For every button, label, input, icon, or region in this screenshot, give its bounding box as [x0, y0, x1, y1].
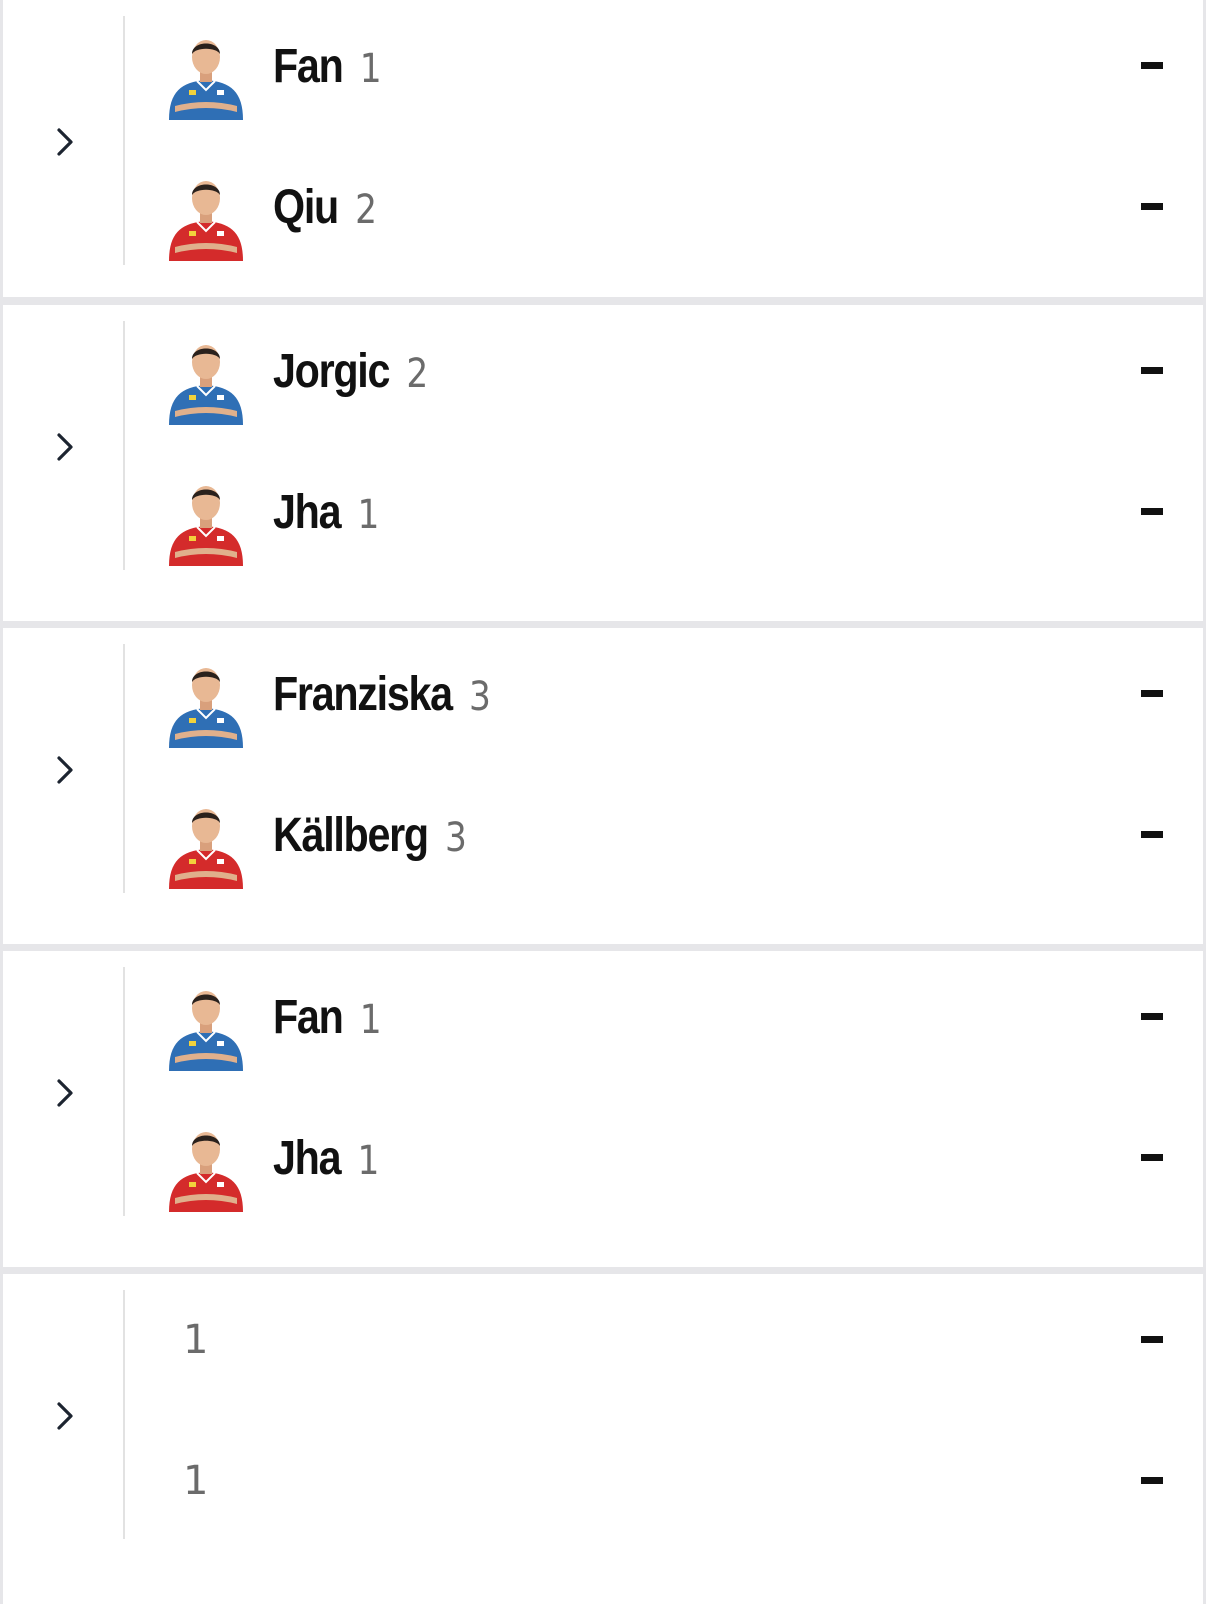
player-row: Franziska 3 - — [125, 648, 1203, 748]
player-name-text: Jha — [273, 486, 342, 539]
chevron-right-icon[interactable] — [51, 1075, 79, 1111]
player-name: Fan 1 — [273, 38, 382, 96]
player-avatar — [161, 476, 251, 566]
player-seed: 2 — [406, 351, 429, 397]
player-name-text: Franziska — [273, 668, 453, 721]
player-name-text: Qiu — [273, 181, 339, 234]
player-score: - — [1141, 189, 1163, 223]
player-avatar — [161, 30, 251, 120]
player-seed: 1 — [183, 1458, 209, 1504]
player-name: Fan 1 — [273, 989, 382, 1047]
player-score: - — [1141, 48, 1163, 82]
player-row: Jha 1 - — [125, 1112, 1203, 1212]
player-name: Jha 1 — [273, 1130, 379, 1188]
player-seed: 2 — [355, 187, 378, 233]
player-row: 1- — [125, 1294, 1203, 1394]
player-score: - — [1141, 1463, 1163, 1497]
player-seed: 3 — [445, 815, 467, 861]
player-score: - — [1141, 676, 1163, 710]
player-score: - — [1141, 353, 1163, 387]
player-score: - — [1141, 494, 1163, 528]
chevron-right-icon[interactable] — [51, 1398, 79, 1434]
player-row: 1- — [125, 1435, 1203, 1535]
chevron-right-icon[interactable] — [51, 429, 79, 465]
chevron-right-icon[interactable] — [51, 752, 79, 788]
player-name: Jorgic 2 — [273, 343, 428, 401]
match-card[interactable]: Franziska 3 - Källberg 3 - — [3, 628, 1203, 944]
player-avatar — [161, 799, 251, 889]
player-avatar — [161, 1122, 251, 1212]
player-row: Fan 1 - — [125, 971, 1203, 1071]
player-score: - — [1141, 1322, 1163, 1356]
player-avatar — [161, 981, 251, 1071]
player-avatar — [161, 171, 251, 261]
player-score: - — [1141, 999, 1163, 1033]
player-seed: 1 — [183, 1317, 209, 1363]
player-row: Källberg 3 - — [125, 789, 1203, 889]
chevron-right-icon[interactable] — [51, 124, 79, 160]
player-row: Fan 1 - — [125, 20, 1203, 120]
player-name-text: Källberg — [273, 809, 429, 862]
player-score: - — [1141, 1140, 1163, 1174]
player-score: - — [1141, 817, 1163, 851]
player-row: Jorgic 2 - — [125, 325, 1203, 425]
match-card[interactable]: Fan 1 - Jha 1 - — [3, 951, 1203, 1267]
match-card[interactable]: 1-1- — [3, 1274, 1203, 1604]
player-name: Qiu 2 — [273, 179, 377, 237]
player-name-text: Jha — [273, 1132, 342, 1185]
player-name: Franziska 3 — [273, 666, 491, 724]
match-list: Fan1-Qiu2-Jorgic2-Jha1-Franziska3-Källbe… — [0, 0, 1206, 1604]
player-name-text: Fan — [273, 991, 344, 1044]
player-seed: 3 — [469, 674, 491, 720]
player-row: Jha 1 - — [125, 466, 1203, 566]
player-seed: 1 — [359, 997, 382, 1043]
player-name-text: Jorgic — [273, 345, 390, 398]
match-card[interactable]: Jorgic 2 - Jha 1 - — [3, 305, 1203, 621]
player-avatar — [161, 335, 251, 425]
match-card[interactable]: Fan 1 - Qiu 2 - — [3, 0, 1203, 297]
player-seed: 1 — [359, 46, 382, 92]
player-avatar — [161, 658, 251, 748]
player-row: Qiu 2 - — [125, 161, 1203, 261]
player-name: Jha 1 — [273, 484, 379, 542]
player-name: Källberg 3 — [273, 807, 467, 865]
player-seed: 1 — [357, 1138, 380, 1184]
player-seed: 1 — [357, 492, 380, 538]
player-name-text: Fan — [273, 40, 344, 93]
